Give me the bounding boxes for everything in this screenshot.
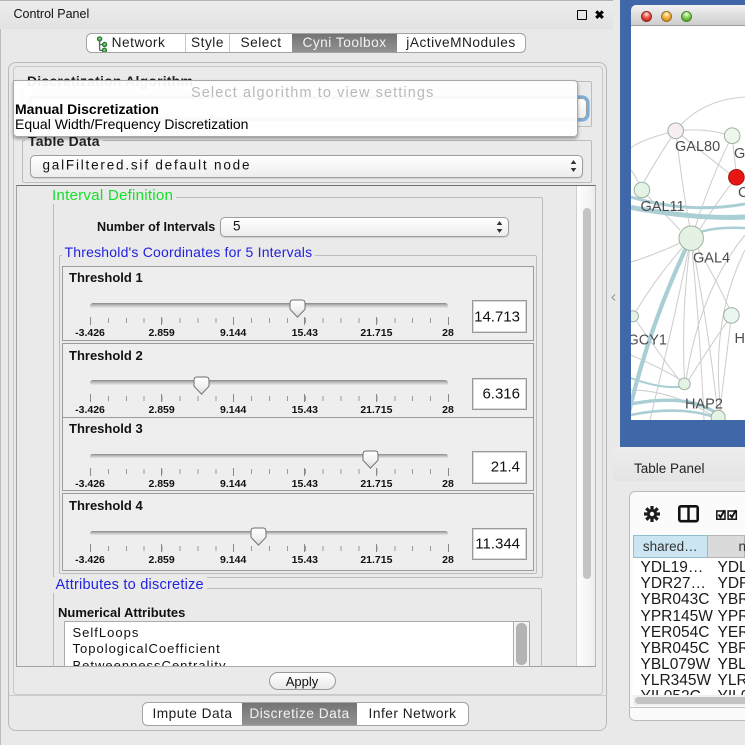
- svg-text:GAL4: GAL4: [693, 251, 730, 267]
- svg-text:HAP2: HAP2: [685, 397, 723, 413]
- svg-text:GCY1: GCY1: [631, 333, 667, 349]
- svg-text:H: H: [735, 331, 745, 347]
- svg-text:GAL11: GAL11: [641, 199, 685, 215]
- svg-text:GAL80: GAL80: [675, 139, 720, 155]
- svg-text:GA: GA: [734, 146, 745, 162]
- svg-text:C: C: [738, 185, 745, 201]
